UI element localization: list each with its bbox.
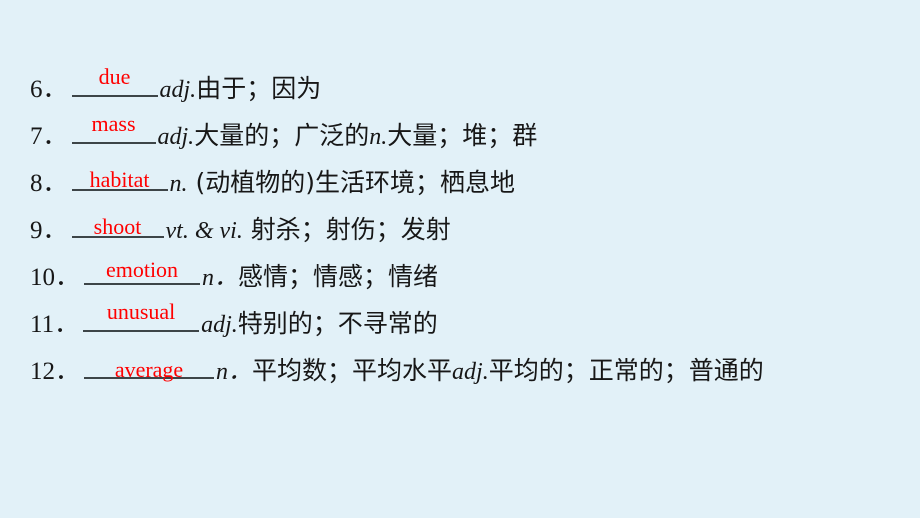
vocab-item-index: 8．: [30, 170, 68, 197]
vocab-item: 7． mass adj.大量的；广泛的n.大量；堆；群: [30, 113, 910, 160]
vocab-item-index: 12．: [30, 358, 81, 385]
vocab-item: 11． unusual adj.特别的；不寻常的: [30, 301, 910, 348]
answer-word: mass: [91, 111, 136, 136]
slide-canvas: 6． due adj.由于；因为 7． mass adj.大量的；广泛的n.大量；堆；群 8…: [0, 0, 920, 518]
part-of-speech: vt. & vi.: [165, 218, 243, 244]
part-of-speech: n．: [216, 359, 253, 385]
answer-blank[interactable]: unusual: [83, 299, 200, 332]
vocab-item-index: 9．: [30, 217, 68, 244]
part-of-speech: n．: [202, 265, 239, 291]
part-of-speech: n.: [169, 171, 188, 197]
vocab-gloss: n．感情；情感；情绪: [202, 262, 439, 291]
vocab-item-index: 6．: [30, 76, 68, 103]
definition-text: 射杀；射伤；发射: [242, 215, 451, 244]
answer-blank[interactable]: average: [84, 350, 215, 382]
answer-blank[interactable]: emotion: [84, 256, 201, 285]
part-of-speech-secondary: n.: [369, 124, 388, 150]
vocab-item: 12． average n．平均数；平均水平adj.平均的；正常的；普通的: [30, 348, 910, 395]
definition-text: 平均数；平均水平: [252, 356, 453, 385]
definition-text: 由于；因为: [196, 74, 322, 103]
vocab-item: 9． shoot vt. & vi. 射杀；射伤；发射: [30, 207, 910, 254]
vocab-item: 6． due adj.由于；因为: [30, 66, 910, 113]
part-of-speech: adj.: [159, 77, 197, 103]
answer-word: average: [114, 357, 184, 382]
vocab-gloss: vt. & vi. 射杀；射伤；发射: [165, 215, 451, 244]
vocab-gloss: adj.由于；因为: [159, 74, 322, 103]
vocab-item-index: 7．: [30, 123, 68, 150]
vocab-gloss: adj.特别的；不寻常的: [201, 309, 438, 338]
part-of-speech: adj.: [157, 124, 195, 150]
definition-text-secondary: 平均的；正常的；普通的: [488, 356, 764, 385]
answer-blank[interactable]: shoot: [71, 209, 164, 239]
answer-word: due: [98, 64, 131, 89]
answer-word: unusual: [106, 299, 176, 324]
answer-word: emotion: [105, 257, 179, 282]
answer-word: shoot: [93, 214, 142, 239]
answer-blank[interactable]: habitat: [71, 162, 168, 192]
vocab-gloss: adj.大量的；广泛的n.大量；堆；群: [157, 121, 538, 150]
definition-text: 特别的；不寻常的: [237, 309, 438, 338]
vocab-gloss: n. (动植物的)生活环境；栖息地: [169, 168, 515, 197]
vocabulary-list: 6． due adj.由于；因为 7． mass adj.大量的；广泛的n.大量；堆；群 8…: [30, 66, 910, 395]
vocab-item-index: 11．: [30, 311, 80, 338]
answer-word: habitat: [89, 167, 150, 192]
definition-text: 感情；情感；情绪: [238, 262, 439, 291]
vocab-gloss: n．平均数；平均水平adj.平均的；正常的；普通的: [216, 356, 764, 385]
definition-text-secondary: 大量；堆；群: [387, 121, 538, 150]
part-of-speech-secondary: adj.: [452, 359, 489, 385]
part-of-speech: adj.: [201, 312, 238, 338]
answer-blank[interactable]: mass: [71, 111, 156, 144]
answer-blank[interactable]: due: [71, 64, 158, 97]
vocab-item: 8． habitat n. (动植物的)生活环境；栖息地: [30, 160, 910, 207]
definition-text: (动植物的)生活环境；栖息地: [187, 168, 515, 197]
definition-text: 大量的；广泛的: [194, 121, 370, 150]
vocab-item-index: 10．: [30, 264, 81, 291]
vocab-item: 10． emotion n．感情；情感；情绪: [30, 254, 910, 301]
